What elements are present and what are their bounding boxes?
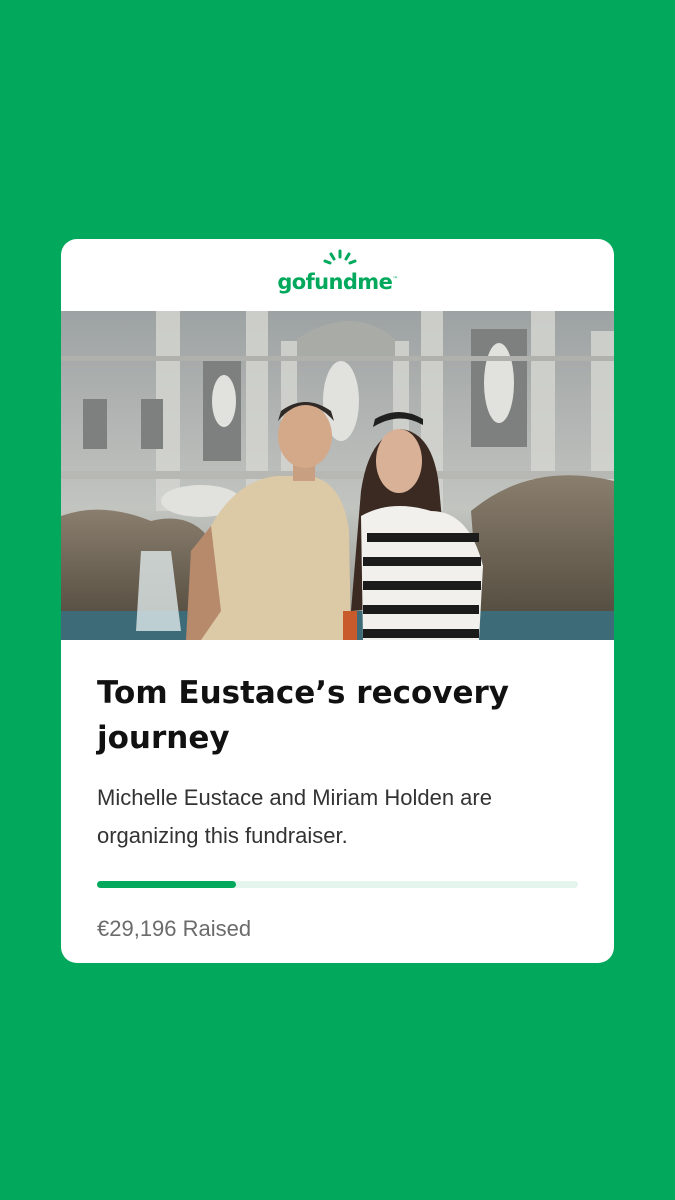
progress-bar — [97, 881, 578, 888]
organizer-text: Michelle Eustace and Miriam Holden are o… — [97, 785, 492, 848]
progress-fill — [97, 881, 237, 888]
sun-rays-icon — [323, 249, 357, 265]
fundraiser-card[interactable]: gofundme™ Tom Eustace’s recovery journey… — [61, 239, 614, 963]
amount-raised: €29,196 Raised — [97, 916, 252, 941]
logo-wordmark: gofundme — [277, 270, 393, 294]
fundraiser-photo — [61, 311, 614, 640]
gofundme-logo: gofundme™ — [277, 249, 398, 294]
fundraiser-title[interactable]: Tom Eustace’s recovery journey — [97, 671, 517, 761]
brand-header: gofundme™ — [61, 239, 614, 311]
fundraiser-details: Tom Eustace’s recovery journey Michelle … — [97, 671, 578, 942]
